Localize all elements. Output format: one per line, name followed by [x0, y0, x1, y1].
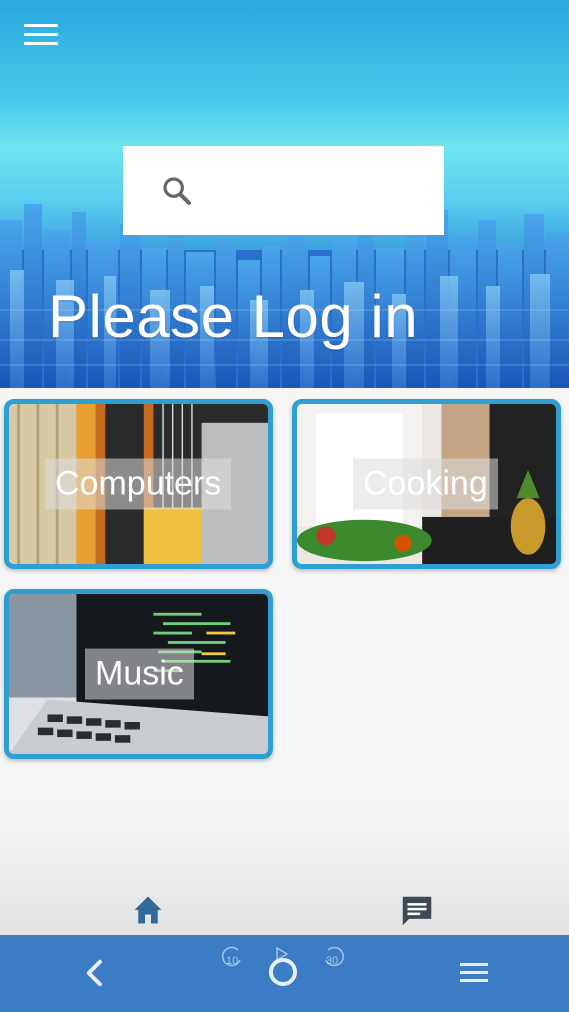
category-tile-cooking[interactable]: Cooking [292, 399, 561, 569]
forward-label: 30 [326, 955, 339, 967]
category-label: Cooking [353, 458, 498, 510]
home-icon [134, 896, 162, 924]
search-icon [163, 176, 191, 205]
hamburger-menu-icon[interactable] [24, 24, 58, 50]
rewind-10-icon[interactable]: 10 [218, 944, 246, 973]
play-icon[interactable] [274, 946, 290, 965]
tab-home[interactable] [130, 892, 170, 932]
tab-messages[interactable] [398, 892, 438, 932]
category-label: Computers [45, 458, 232, 510]
menu-lines-icon[interactable] [458, 960, 490, 986]
page-title: Please Log in [48, 283, 419, 350]
category-tile-computers[interactable]: Computers [4, 399, 273, 569]
back-chevron-icon[interactable] [80, 958, 110, 988]
category-label: Music [85, 648, 194, 700]
forward-30-icon[interactable]: 30 [320, 944, 348, 973]
chat-icon [402, 896, 432, 926]
hero-banner: Please Log in [0, 0, 569, 388]
category-tile-music[interactable]: Music [4, 589, 273, 759]
search-input[interactable] [209, 176, 429, 205]
bottom-tab-bar [0, 800, 569, 935]
rewind-label: 10 [226, 955, 239, 967]
search-bar[interactable] [123, 146, 444, 235]
